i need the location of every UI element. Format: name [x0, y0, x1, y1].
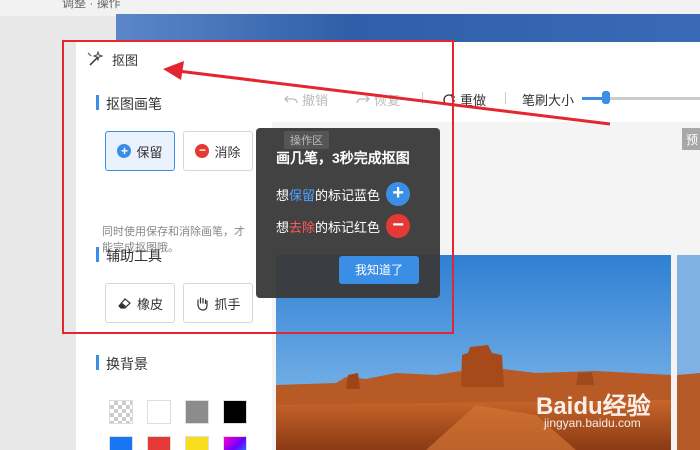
- background-text: 调整 · 操作: [62, 0, 121, 10]
- section-title-background: 换背景: [96, 354, 148, 374]
- reset-label: 重做: [460, 93, 487, 108]
- swatch-blue[interactable]: [109, 436, 133, 450]
- preview-photo: [677, 255, 700, 450]
- swatch-transparent[interactable]: [109, 400, 133, 424]
- watermark-site: jingyan.baidu.com: [544, 416, 641, 430]
- toolbar-divider: [505, 92, 506, 104]
- brush-size-label: 笔刷大小: [522, 90, 574, 109]
- swatch-red[interactable]: [147, 436, 171, 450]
- swatch-black[interactable]: [223, 400, 247, 424]
- brush-size-text: 笔刷大小: [522, 93, 575, 108]
- preview-tag: 预: [682, 128, 700, 150]
- swatch-yellow[interactable]: [185, 436, 209, 450]
- swatch-gradient[interactable]: [223, 436, 247, 450]
- swatch-gray[interactable]: [185, 400, 209, 424]
- brush-size-slider-handle[interactable]: [602, 91, 610, 104]
- swatch-white[interactable]: [147, 400, 171, 424]
- highlight-box: [62, 40, 454, 334]
